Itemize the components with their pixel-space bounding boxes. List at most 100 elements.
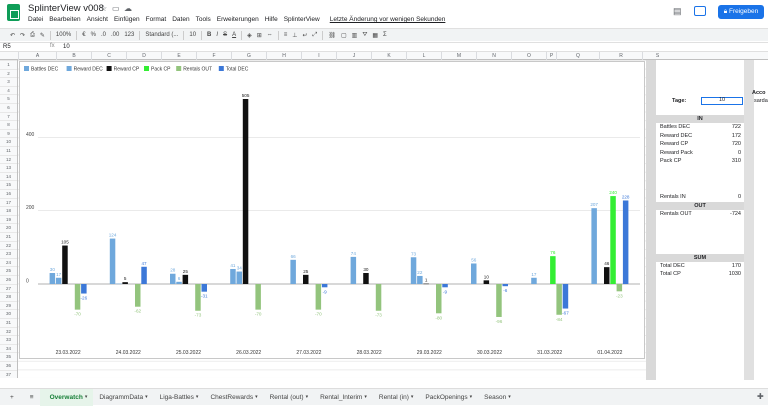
row-header-37[interactable]: 37 (0, 369, 17, 379)
chart-icon[interactable]: ▥ (352, 32, 358, 39)
strikethrough-button[interactable]: S (223, 32, 227, 38)
column-header-g[interactable]: G (231, 52, 266, 60)
row-header-12[interactable]: 12 (0, 154, 17, 164)
row-header-25[interactable]: 25 (0, 266, 17, 275)
tab-dropdown-icon[interactable]: ▾ (306, 394, 309, 400)
print-icon[interactable]: ⎙ (30, 32, 35, 39)
row-header-4[interactable]: 4 (0, 85, 17, 95)
borders-icon[interactable]: ⊞ (257, 32, 262, 39)
meet-icon[interactable] (694, 6, 706, 16)
menu-datei[interactable]: Datei (28, 16, 43, 25)
row-header-8[interactable]: 8 (0, 120, 17, 129)
text-wrap-icon[interactable]: ↵ (303, 32, 308, 39)
comment-icon[interactable]: ▤ (673, 6, 682, 17)
comment-add-icon[interactable]: ▢ (341, 32, 347, 39)
column-header-b[interactable]: B (56, 52, 91, 60)
row-header-11[interactable]: 11 (0, 146, 17, 155)
row-header-32[interactable]: 32 (0, 326, 17, 336)
row-header-30[interactable]: 30 (0, 309, 17, 318)
row-header-36[interactable]: 36 (0, 361, 17, 370)
tage-input[interactable]: 10 (701, 97, 743, 105)
last-edit-link[interactable]: Letzte Änderung vor wenigen Sekunden (330, 16, 446, 25)
merge-icon[interactable]: ⇔ (267, 32, 273, 38)
row-header-19[interactable]: 19 (0, 214, 17, 224)
currency-button[interactable]: € (82, 32, 85, 38)
column-header-i[interactable]: I (301, 52, 336, 60)
cell-reference[interactable]: R5 (3, 44, 11, 50)
row-header-24[interactable]: 24 (0, 257, 17, 267)
explore-icon[interactable]: ✚ (757, 392, 764, 401)
row-header-20[interactable]: 20 (0, 223, 17, 232)
row-header-28[interactable]: 28 (0, 292, 17, 301)
zoom-select[interactable]: 100% (56, 32, 71, 38)
tab-dropdown-icon[interactable]: ▾ (255, 394, 258, 400)
column-header-p[interactable]: P (546, 52, 556, 60)
row-header-23[interactable]: 23 (0, 249, 17, 258)
menu-erweiterungen[interactable]: Erweiterungen (217, 16, 259, 25)
decrease-decimal-button[interactable]: .0 (101, 32, 106, 38)
undo-icon[interactable]: ↶ (10, 32, 15, 39)
row-header-29[interactable]: 29 (0, 300, 17, 310)
link-icon[interactable]: ⛓ (328, 32, 336, 39)
tab-dropdown-icon[interactable]: ▾ (411, 394, 414, 400)
sheets-logo-icon[interactable] (7, 4, 20, 21)
row-header-13[interactable]: 13 (0, 163, 17, 172)
filter-views-icon[interactable]: ▦ (372, 32, 378, 39)
row-header-33[interactable]: 33 (0, 335, 17, 344)
menu-einfuegen[interactable]: Einfügen (114, 16, 140, 25)
column-header-o[interactable]: O (511, 52, 546, 60)
column-header-s[interactable]: S (642, 52, 672, 60)
tab-dropdown-icon[interactable]: ▾ (196, 394, 199, 400)
row-header-1[interactable]: 1 (0, 60, 17, 69)
row-header-3[interactable]: 3 (0, 77, 17, 86)
filter-icon[interactable]: ⛛ (362, 32, 367, 39)
tab-dropdown-icon[interactable]: ▾ (145, 394, 148, 400)
row-header-10[interactable]: 10 (0, 137, 17, 146)
row-header-15[interactable]: 15 (0, 180, 17, 189)
column-header-h[interactable]: H (266, 52, 301, 60)
share-button[interactable]: 🔒︎ Freigeben (718, 5, 764, 19)
column-header-r[interactable]: R (599, 52, 642, 60)
row-header-5[interactable]: 5 (0, 94, 17, 103)
add-sheet-icon[interactable]: + (0, 394, 24, 401)
align-horizontal-icon[interactable]: ≡ (284, 32, 288, 38)
star-icon[interactable]: ☆ (100, 4, 107, 13)
row-header-27[interactable]: 27 (0, 283, 17, 293)
row-header-16[interactable]: 16 (0, 189, 17, 198)
sheet-tab-chestrewards[interactable]: ChestRewards (200, 394, 263, 401)
italic-button[interactable]: I (216, 32, 218, 38)
bold-button[interactable]: B (207, 32, 211, 38)
row-header-26[interactable]: 26 (0, 275, 17, 284)
row-header-2[interactable]: 2 (0, 68, 17, 78)
row-header-6[interactable]: 6 (0, 103, 17, 112)
menu-tools[interactable]: Tools (196, 16, 211, 25)
tab-dropdown-icon[interactable]: ▾ (85, 394, 88, 400)
column-header-f[interactable]: F (196, 52, 231, 60)
menu-bearbeiten[interactable]: Bearbeiten (49, 16, 80, 25)
row-header-34[interactable]: 34 (0, 343, 17, 353)
increase-decimal-button[interactable]: .00 (111, 32, 119, 38)
column-header-m[interactable]: M (441, 52, 476, 60)
row-header-22[interactable]: 22 (0, 240, 17, 250)
sheet-tab-diagrammdata[interactable]: DiagrammData (89, 394, 153, 401)
all-sheets-icon[interactable]: ≡ (24, 394, 40, 401)
row-header-7[interactable]: 7 (0, 111, 17, 121)
folder-icon[interactable]: ▭ (112, 4, 120, 13)
row-header-31[interactable]: 31 (0, 318, 17, 327)
row-header-9[interactable]: 9 (0, 128, 17, 138)
document-title[interactable]: SplinterView v008 (28, 3, 104, 14)
number-format-select[interactable]: 123 (124, 32, 134, 38)
cloud-icon[interactable]: ☁ (124, 4, 132, 13)
text-color-button[interactable]: A (232, 32, 236, 38)
row-header-17[interactable]: 17 (0, 197, 17, 207)
menu-format[interactable]: Format (146, 16, 167, 25)
percent-button[interactable]: % (91, 32, 96, 38)
row-header-21[interactable]: 21 (0, 232, 17, 241)
functions-icon[interactable]: Σ (383, 32, 387, 38)
column-header-j[interactable]: J (336, 52, 371, 60)
tab-dropdown-icon[interactable]: ▾ (364, 394, 367, 400)
column-header-c[interactable]: C (91, 52, 126, 60)
column-header-q[interactable]: Q (556, 52, 599, 60)
row-header-14[interactable]: 14 (0, 171, 17, 181)
align-vertical-icon[interactable]: ⊥ (292, 32, 297, 39)
